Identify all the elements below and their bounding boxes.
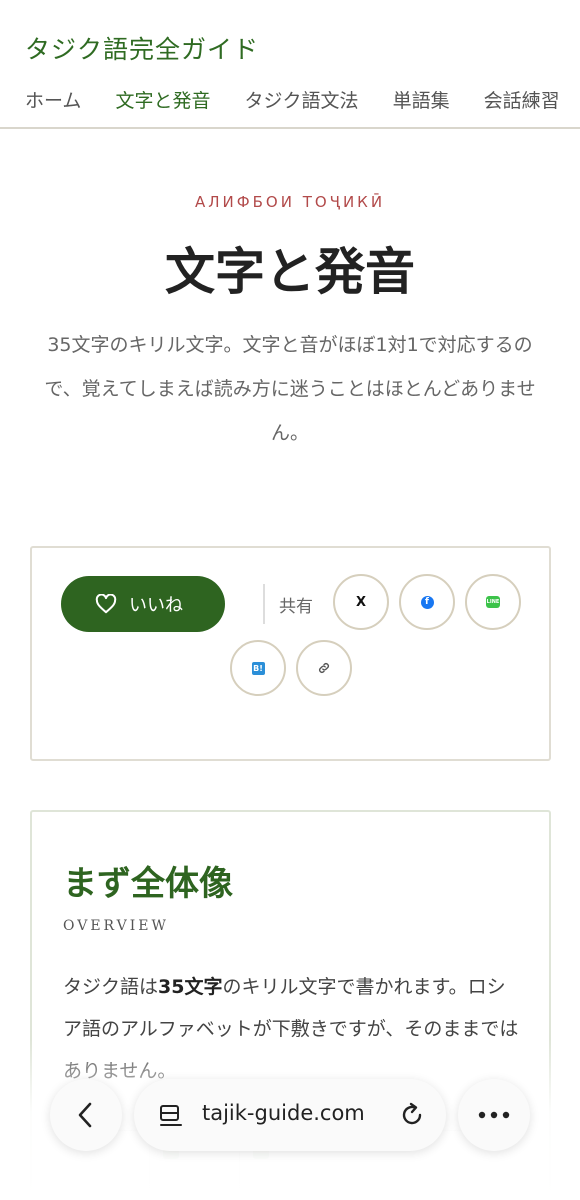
page-kicker: АЛИФБОИ ТОҶИКӢ (194, 193, 386, 211)
more-dots-icon (478, 1111, 510, 1119)
line-icon: LINE (486, 596, 500, 608)
share-label: 共有 (279, 597, 313, 617)
overview-body-pre: タジク語は (63, 976, 159, 998)
like-label: いいね (129, 595, 183, 616)
chevron-left-icon (78, 1102, 92, 1128)
share-line-button[interactable]: LINE (465, 574, 521, 630)
copy-link-button[interactable] (296, 640, 352, 696)
share-facebook-button[interactable]: f (399, 574, 455, 630)
x-icon: X (355, 594, 367, 610)
overview-title: まず全体像 (63, 864, 233, 904)
nav-item-vocabulary[interactable]: 単語集 (393, 90, 450, 112)
nav-item-letters-pronunciation[interactable]: 文字と発音 (115, 90, 210, 112)
site-title[interactable]: タジク語完全ガイド (25, 30, 259, 66)
browser-url-text[interactable]: tajik-guide.com (202, 1101, 365, 1125)
like-button[interactable]: いいね (61, 576, 225, 632)
browser-address-bar[interactable]: tajik-guide.com (134, 1079, 446, 1151)
share-card: いいね 共有 X f LINE B! (30, 546, 551, 761)
heart-icon (95, 594, 117, 614)
share-divider (263, 584, 265, 624)
main-nav: ホーム 文字と発音 タジク語文法 単語集 会話練習 (25, 86, 580, 113)
facebook-icon: f (420, 595, 434, 609)
page-title: 文字と発音 (165, 242, 415, 301)
reload-icon[interactable] (398, 1101, 426, 1129)
share-hatena-button[interactable]: B! (230, 640, 286, 696)
overview-body-highlight: 35文字 (158, 976, 223, 998)
page-lead: 35文字のキリル文字。文字と音がほぼ1対1で対応するので、覚えてしまえば読み方に… (44, 334, 536, 444)
page-menu-icon[interactable] (158, 1103, 184, 1129)
browser-more-button[interactable] (458, 1079, 530, 1151)
nav-item-grammar[interactable]: タジク語文法 (245, 90, 359, 112)
overview-subtitle: OVERVIEW (63, 918, 169, 934)
browser-back-button[interactable] (50, 1079, 122, 1151)
link-icon (319, 663, 329, 673)
share-x-button[interactable]: X (333, 574, 389, 630)
nav-item-conversation[interactable]: 会話練習 (484, 90, 560, 112)
nav-item-home[interactable]: ホーム (25, 90, 81, 112)
site-header: タジク語完全ガイド ホーム 文字と発音 タジク語文法 単語集 会話練習 (0, 0, 580, 129)
hatena-bookmark-icon: B! (251, 661, 265, 675)
